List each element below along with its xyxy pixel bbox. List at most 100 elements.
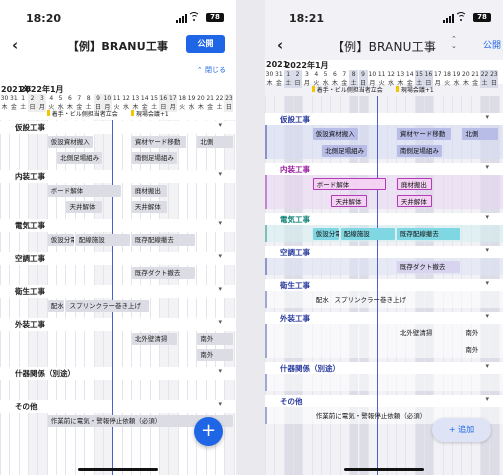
task-bar[interactable]: 仮設資材搬入 — [47, 136, 93, 148]
task-bar[interactable]: 仮設資材搬入 — [312, 127, 358, 140]
day-number: 22 — [480, 71, 489, 78]
group-header[interactable]: その他 ▾ — [0, 400, 236, 413]
group-name: 空調工事 — [15, 254, 45, 263]
chevron-down-icon[interactable]: ▾ — [218, 285, 222, 293]
page-title: 【例】BRANU工事 — [331, 40, 437, 54]
task-bar[interactable]: 南外 — [462, 344, 497, 356]
event-label[interactable]: 現場会議+1 — [401, 85, 434, 94]
day-number: 22 — [215, 95, 224, 102]
group-header[interactable]: 衛生工事 ▾ — [265, 279, 503, 308]
group-header[interactable]: 空調工事 ▾ — [265, 246, 503, 275]
publish-link[interactable]: 公開 — [483, 38, 501, 51]
task-bar[interactable]: スプリンクラー巻き上げ — [331, 294, 413, 306]
chevron-down-icon[interactable]: ▾ — [218, 219, 222, 227]
home-indicator — [344, 468, 424, 471]
group-header[interactable]: 衛生工事 ▾ — [0, 285, 236, 298]
day-number: 17 — [168, 95, 177, 102]
events-row: 着手・ビル側担当者立会 現場会議+1 — [265, 85, 503, 95]
task-bar[interactable]: 天井解体 — [66, 201, 102, 213]
chevron-down-icon[interactable]: ▾ — [218, 121, 222, 129]
day-number: 10 — [368, 71, 377, 78]
task-bar[interactable]: 廃材搬出 — [131, 185, 168, 197]
chevron-down-icon[interactable]: ▾ — [485, 312, 489, 320]
task-bar[interactable]: スプリンクラー巻き上げ — [66, 300, 149, 312]
task-bar[interactable]: 南外 — [462, 327, 497, 339]
task-bar[interactable]: 配水 — [313, 294, 330, 306]
nav-bar: ‹ 【例】BRANU工事 ⌃⌄ 公開 — [265, 34, 503, 56]
task-bar[interactable]: 北側足場組み — [57, 152, 102, 164]
gantt-chart[interactable]: 2021年 2022年1月 30 木 31 金 1 土 2 日 3 月 4 火 5 水 6 木 7 金 8 土 9 日 10 月 1… — [0, 84, 236, 475]
task-bar[interactable]: ボード解体 — [312, 177, 386, 190]
group-header[interactable]: 什器関係（別途） ▾ — [265, 362, 503, 391]
chevron-down-icon[interactable]: ▾ — [485, 362, 489, 370]
group-header[interactable]: 内装工事 ▾ — [265, 163, 503, 209]
task-bar[interactable]: 南外 — [197, 349, 233, 361]
group-header[interactable]: 電気工事 ▾ — [265, 213, 503, 242]
close-header-button[interactable]: ⌃ 閉じる — [197, 65, 226, 75]
event-flag-icon — [311, 86, 315, 92]
task-bar[interactable]: 天井解体 — [131, 201, 168, 213]
group-header[interactable]: 外装工事 ▾ — [0, 318, 236, 331]
chevron-down-icon[interactable]: ▾ — [218, 318, 222, 326]
task-bar[interactable]: 仮設分電 — [312, 227, 339, 240]
chevron-down-icon[interactable]: ▾ — [218, 367, 222, 375]
day-number: 31 — [10, 95, 18, 102]
task-bar[interactable]: 南外 — [197, 333, 233, 345]
task-bar[interactable]: 北外壁清掃 — [397, 327, 442, 339]
group-name: その他 — [15, 402, 38, 411]
task-bar[interactable]: 天井解体 — [331, 194, 367, 207]
group-header[interactable]: 外装工事 ▾ — [265, 312, 503, 358]
task-bar[interactable]: ボード解体 — [47, 185, 121, 197]
expand-collapse-icon[interactable]: ⌃⌄ — [451, 36, 459, 50]
task-bar[interactable]: 北側 — [197, 136, 233, 148]
group-header[interactable]: 空調工事 ▾ — [0, 252, 236, 265]
day-number: 12 — [122, 95, 130, 102]
day-number: 4 — [314, 71, 319, 78]
chevron-down-icon[interactable]: ▾ — [218, 252, 222, 260]
chevron-down-icon[interactable]: ▾ — [485, 113, 489, 121]
day-number: 13 — [396, 71, 405, 78]
task-bar[interactable]: 北側足場組み — [322, 144, 367, 157]
day-number: 15 — [150, 95, 158, 102]
task-bar[interactable]: 南側足場組み — [396, 144, 442, 157]
task-bar[interactable]: 配線施設 — [340, 227, 395, 240]
task-bar[interactable]: 南側足場組み — [131, 152, 177, 164]
event-label[interactable]: 現場会議+1 — [136, 109, 169, 118]
chevron-down-icon[interactable]: ▾ — [485, 213, 489, 221]
task-bar[interactable]: 北外壁清掃 — [131, 333, 177, 345]
group-header[interactable]: 仮設工事 ▾ — [265, 113, 503, 159]
add-fab-button[interactable]: + — [194, 417, 223, 446]
chevron-down-icon[interactable]: ▾ — [485, 395, 489, 403]
task-bar[interactable]: 資材ヤード移動 — [131, 136, 186, 148]
task-bar[interactable]: 既存配線撤去 — [396, 227, 461, 240]
task-bar[interactable]: 既存ダクト撤去 — [396, 260, 461, 273]
task-bar[interactable]: 既存ダクト撤去 — [131, 267, 196, 279]
chevron-down-icon[interactable]: ▾ — [485, 163, 489, 171]
task-bar[interactable]: 資材ヤード移動 — [396, 127, 451, 140]
event-flag-icon — [395, 86, 399, 92]
event-label[interactable]: 着手・ビル側担当者立会 — [52, 109, 118, 118]
task-bar[interactable]: 天井解体 — [396, 194, 433, 207]
publish-button[interactable]: 公開 — [186, 35, 225, 53]
task-bar[interactable]: 廃材搬出 — [396, 177, 433, 190]
group-header[interactable]: 什器関係（別途） ▾ — [0, 367, 236, 380]
group-header[interactable]: 内装工事 ▾ — [0, 170, 236, 183]
task-bar[interactable]: 既存配線撤去 — [131, 234, 196, 246]
task-bar[interactable]: 配線施設 — [75, 234, 130, 246]
chevron-down-icon[interactable]: ▾ — [218, 170, 222, 178]
group-header[interactable]: 仮設工事 ▾ — [0, 121, 236, 134]
battery-icon: 78 — [473, 13, 491, 22]
task-bar[interactable]: 北側 — [462, 127, 498, 140]
chevron-down-icon[interactable]: ▾ — [485, 246, 489, 254]
event-label[interactable]: 着手・ビル側担当者立会 — [317, 85, 383, 94]
gantt-chart[interactable]: 2021 2022年1月 30 木 31 金 1 土 2 日 3 月 4 火 5 水 6 木 7 金 8 土 9 日 10 月 11… — [265, 60, 503, 475]
task-bar[interactable]: 仮設分電 — [47, 234, 74, 246]
day-number: 23 — [490, 71, 498, 78]
group-header[interactable]: 電気工事 ▾ — [0, 219, 236, 232]
add-button[interactable]: + 追加 — [432, 418, 491, 442]
chevron-down-icon[interactable]: ▾ — [485, 279, 489, 287]
group-lane — [265, 374, 503, 391]
group-header[interactable]: その他 ▾ — [265, 395, 503, 424]
chevron-down-icon[interactable]: ▾ — [218, 400, 222, 408]
task-bar[interactable]: 配水 — [47, 300, 65, 312]
